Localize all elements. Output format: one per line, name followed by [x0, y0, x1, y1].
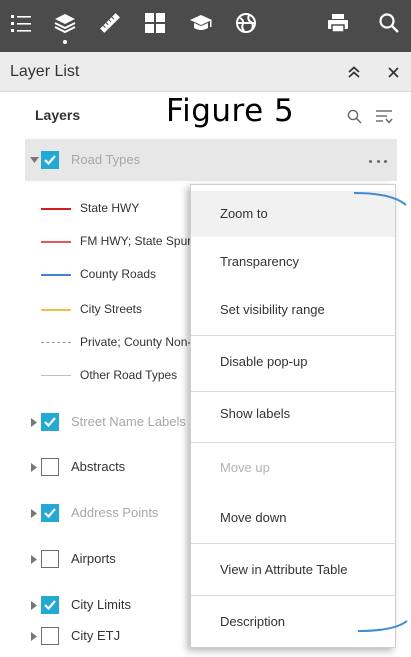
- annotation-bracket: [353, 192, 408, 632]
